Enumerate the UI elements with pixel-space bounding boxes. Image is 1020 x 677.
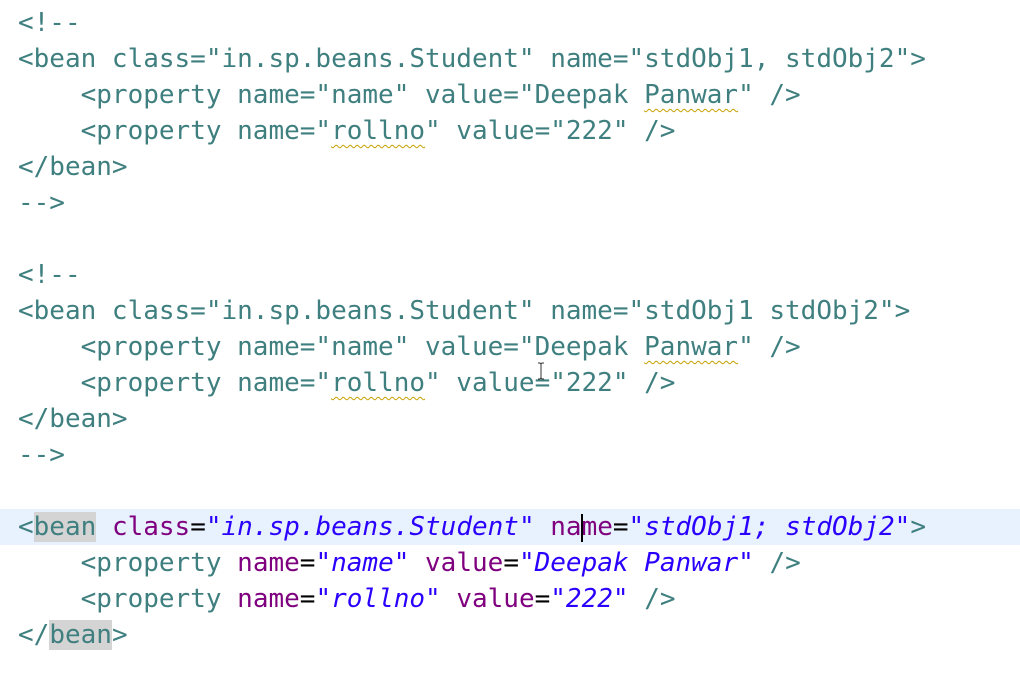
name-value: "stdObj1; stdObj2" xyxy=(628,512,911,542)
bean-close: </bean> xyxy=(18,152,128,182)
code-line-4: <property name="rollno" value="222" /> xyxy=(80,116,676,146)
class-value: "in.sp.beans.Student" xyxy=(205,512,535,542)
code-line-13: --> xyxy=(0,437,1020,473)
code-line-6: --> xyxy=(0,185,1020,221)
comment-close: --> xyxy=(18,188,65,218)
bean-close: </bean> xyxy=(18,404,128,434)
code-line-16: <property name="name" value="Deepak Panw… xyxy=(80,548,801,578)
text-cursor-icon xyxy=(538,362,544,380)
matched-bean-close-tag: bean xyxy=(49,620,112,650)
bean-declaration: <bean class="in.sp.beans.Student" name="… xyxy=(18,296,911,326)
code-line-5: </bean> xyxy=(0,149,1020,185)
code-line-12: </bean> xyxy=(0,401,1020,437)
spelling-warning[interactable]: rollno xyxy=(331,116,425,146)
comment-close: --> xyxy=(18,440,65,470)
name-attribute: na xyxy=(550,512,582,542)
property-text: <property name="name" value="Deepak xyxy=(80,332,645,362)
class-attribute: class xyxy=(111,512,191,542)
code-line-3: <property name="name" value="Deepak Panw… xyxy=(80,80,801,110)
spelling-warning[interactable]: Panwar xyxy=(644,80,738,110)
matched-bean-tag: bean xyxy=(33,512,97,542)
property-text: <property name="name" value="Deepak xyxy=(80,80,645,110)
code-line-1: <!-- xyxy=(0,5,1020,41)
spelling-warning[interactable]: Panwar xyxy=(644,332,738,362)
code-line-18: </bean> xyxy=(18,620,128,650)
code-line-11: <property name="rollno" value="222" /> xyxy=(80,368,676,398)
code-line-2: <bean class="in.sp.beans.Student" name="… xyxy=(0,41,1020,77)
comment-open: <!-- xyxy=(18,260,81,290)
property-tag: <property xyxy=(80,584,222,614)
property-text: <property name=" xyxy=(80,368,332,398)
comment-open: <!-- xyxy=(18,8,81,38)
spelling-warning[interactable]: rollno xyxy=(331,368,425,398)
code-line-17: <property name="rollno" value="222" /> xyxy=(80,584,676,614)
code-line-9: <bean class="in.sp.beans.Student" name="… xyxy=(0,293,1020,329)
code-line-8: <!-- xyxy=(0,257,1020,293)
code-line-10: <property name="name" value="Deepak Panw… xyxy=(80,332,801,362)
property-tag: <property xyxy=(80,548,222,578)
property-text: <property name=" xyxy=(80,116,332,146)
code-line-15-current[interactable]: <bean class="in.sp.beans.Student" name="… xyxy=(0,509,1020,545)
bean-declaration: <bean class="in.sp.beans.Student" name="… xyxy=(18,44,926,74)
xml-editor[interactable]: <!-- <bean class="in.sp.beans.Student" n… xyxy=(0,0,1020,677)
